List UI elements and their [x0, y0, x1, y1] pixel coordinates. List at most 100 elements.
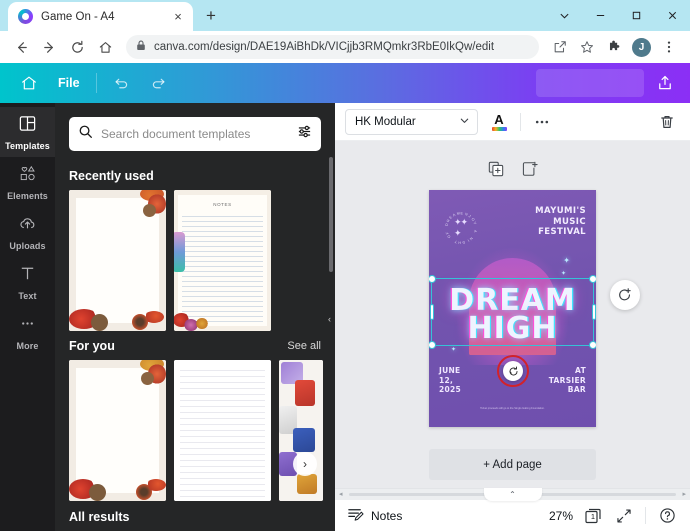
- panel-collapse-button[interactable]: ‹: [323, 293, 335, 345]
- file-menu-button[interactable]: File: [50, 69, 88, 97]
- templates-icon: [18, 114, 37, 138]
- text-color-A-icon[interactable]: A: [486, 109, 512, 135]
- date-line-2: 12,: [439, 375, 454, 385]
- template-thumbnail[interactable]: [69, 360, 166, 501]
- page-tools: [488, 161, 538, 182]
- expand-icon[interactable]: [613, 505, 635, 527]
- address-bar[interactable]: canva.com/design/DAE19AiBhDk/VICjjb3RMQm…: [126, 35, 539, 59]
- duplicate-page-icon[interactable]: [488, 161, 504, 182]
- window-controls: [546, 0, 690, 31]
- search-container: Search document templates: [69, 103, 321, 161]
- page-number-label: 1: [590, 511, 596, 521]
- notes-button[interactable]: Notes: [347, 506, 402, 526]
- avatar[interactable]: J: [632, 37, 651, 57]
- resize-handle-left[interactable]: [429, 304, 434, 320]
- editor-area: HK Modular A E N J O Y A N I G H T O F D…: [335, 103, 690, 531]
- new-tab-button[interactable]: +: [198, 3, 224, 29]
- letter-a-glyph: A: [494, 111, 504, 127]
- carousel-next-button[interactable]: ›: [293, 452, 317, 476]
- search-placeholder: Search document templates: [101, 127, 251, 141]
- refresh-rotate-icon[interactable]: [503, 361, 523, 381]
- resize-handle-right[interactable]: [591, 304, 596, 320]
- trash-icon[interactable]: [654, 109, 680, 135]
- chevron-down-icon[interactable]: [546, 0, 582, 31]
- template-thumbnail[interactable]: [174, 360, 271, 501]
- tab-title: Game On - A4: [41, 10, 115, 23]
- template-thumbnail[interactable]: [69, 190, 166, 331]
- resize-handle-top-right[interactable]: [589, 275, 596, 283]
- scroll-left-icon[interactable]: ◂: [339, 490, 343, 498]
- poster-title-text[interactable]: DREAM HIGH: [434, 286, 591, 346]
- sidebar-item-uploads[interactable]: Uploads: [0, 207, 55, 257]
- poster-date[interactable]: JUNE 12, 2025: [439, 366, 461, 395]
- three-dot-menu-icon[interactable]: [656, 34, 682, 60]
- browser-navigation-bar: canva.com/design/DAE19AiBhDk/VICjjb3RMQm…: [0, 31, 690, 63]
- search-input[interactable]: Search document templates: [69, 117, 321, 151]
- filter-sliders-icon[interactable]: [297, 124, 312, 144]
- floral-accent: [141, 372, 154, 385]
- panel-scrollbar[interactable]: [329, 157, 333, 272]
- floral-accent: [297, 474, 317, 494]
- browser-tab-strip: Game On - A4 × +: [0, 0, 690, 31]
- template-ruled-lines: [180, 370, 265, 501]
- poster-headline[interactable]: MAYUMI'S MUSIC FESTIVAL: [535, 206, 586, 238]
- font-name-label: HK Modular: [355, 115, 416, 128]
- resize-handle-bottom-left[interactable]: [429, 341, 436, 349]
- toolbar-divider: [95, 73, 97, 93]
- pages-icon[interactable]: 1: [583, 506, 603, 526]
- template-thumbnail[interactable]: NOTES: [174, 190, 271, 331]
- sidebar-item-templates[interactable]: Templates: [0, 107, 55, 157]
- redo-icon[interactable]: [142, 69, 175, 97]
- font-family-dropdown[interactable]: HK Modular: [345, 108, 478, 135]
- resize-handle-top-left[interactable]: [429, 275, 436, 283]
- template-thumbnail[interactable]: ›: [279, 360, 323, 501]
- sidebar-item-text[interactable]: Text: [0, 257, 55, 307]
- sidebar-item-elements[interactable]: Elements: [0, 157, 55, 207]
- share-icon[interactable]: [547, 34, 573, 60]
- maximize-icon[interactable]: [618, 0, 654, 31]
- back-icon[interactable]: [8, 34, 34, 60]
- upload-share-icon[interactable]: [648, 69, 682, 97]
- more-options-icon[interactable]: [529, 109, 555, 135]
- rotate-handle-icon[interactable]: [610, 280, 640, 310]
- close-window-icon[interactable]: [654, 0, 690, 31]
- add-page-icon[interactable]: [522, 161, 538, 182]
- poster-venue[interactable]: AT TARSIER BAR: [549, 366, 586, 395]
- venue-line-1: AT: [575, 365, 586, 375]
- minimize-icon[interactable]: [582, 0, 618, 31]
- panel-collapse-caret[interactable]: ⌃: [483, 488, 542, 501]
- close-tab-icon[interactable]: ×: [169, 8, 187, 26]
- share-button-placeholder[interactable]: [536, 69, 644, 97]
- uploads-cloud-icon: [18, 214, 37, 238]
- reload-icon[interactable]: [64, 34, 90, 60]
- sidebar-item-more[interactable]: More: [0, 307, 55, 357]
- site-lock-icon: [136, 38, 146, 56]
- canvas-area[interactable]: ENJOY A NIGHT OF DREAM ✦✦ ✦ MAYUMI'S MUSI…: [335, 141, 690, 488]
- forward-icon[interactable]: [36, 34, 62, 60]
- floral-accent: [91, 314, 108, 331]
- star-icon[interactable]: [574, 34, 600, 60]
- canva-home-icon[interactable]: [12, 69, 46, 97]
- scroll-right-icon[interactable]: ▸: [682, 490, 686, 498]
- browser-tab[interactable]: Game On - A4 ×: [8, 2, 193, 31]
- poster-title-line-2: HIGH: [467, 310, 558, 346]
- home-button-icon[interactable]: [92, 34, 118, 60]
- see-all-link[interactable]: See all: [287, 340, 321, 352]
- template-art-inner: [76, 368, 159, 493]
- sidebar-item-label: Text: [18, 290, 37, 301]
- help-question-icon[interactable]: [656, 505, 678, 527]
- poster-badge[interactable]: ENJOY A NIGHT OF DREAM ✦✦ ✦: [440, 207, 481, 248]
- horizontal-scrollbar[interactable]: ◂ ▸ ⌃: [335, 488, 690, 501]
- add-page-button[interactable]: + Add page: [429, 449, 596, 480]
- section-title: Recently used: [69, 169, 154, 183]
- toolbar-divider: [520, 112, 521, 131]
- notes-label: Notes: [371, 508, 403, 523]
- puzzle-icon[interactable]: [601, 34, 627, 60]
- floral-accent: [293, 428, 315, 452]
- zoom-level-label[interactable]: 27%: [549, 509, 573, 523]
- undo-icon[interactable]: [105, 69, 138, 97]
- resize-handle-bottom-right[interactable]: [589, 341, 596, 349]
- sidebar-item-label: Templates: [5, 140, 50, 151]
- sparkle-icon: ✦: [560, 271, 566, 277]
- poster-design[interactable]: ENJOY A NIGHT OF DREAM ✦✦ ✦ MAYUMI'S MUSI…: [429, 190, 596, 427]
